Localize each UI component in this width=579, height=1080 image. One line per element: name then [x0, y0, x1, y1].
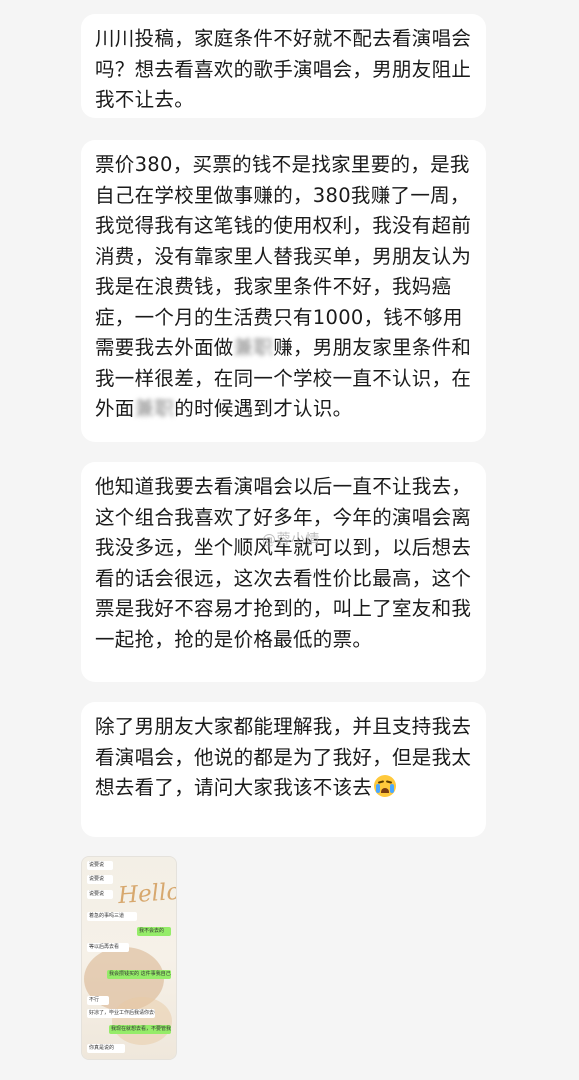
message-bubble-4: 除了男朋友大家都能理解我，并且支持我去看演唱会，他说的都是为了我好，但是我太想去…: [81, 702, 486, 837]
thumbnail-message: 好凉了，毕业工作后我请你去看: [87, 1009, 155, 1018]
hello-sticker-text: Hello: [117, 878, 177, 910]
message-text: 除了男朋友大家都能理解我，并且支持我去看演唱会，他说的都是为了我好，但是我太想去…: [95, 712, 472, 804]
watermark: @蓉小情: [262, 532, 320, 548]
loudly-crying-face-icon: [374, 775, 397, 797]
thumbnail-message: 我现在就想去看，不要管我了: [109, 1025, 171, 1034]
thumbnail-message: 说要说: [87, 861, 113, 870]
thumbnail-message: 着急的事吗三道: [87, 912, 137, 921]
thumbnail-message: 我不会去的: [137, 927, 171, 936]
blurred-word: 兼职: [134, 397, 175, 420]
message-bubble-3: 他知道我要去看演唱会以后一直不让我去，这个组合我喜欢了好多年，今年的演唱会离我没…: [81, 462, 486, 682]
chat-screenshot-thumbnail[interactable]: Hello 11:24 说要说说要说说要说着急的事吗三道我不会去的等以后再去看我…: [81, 856, 177, 1060]
thumbnail-message: 等以后再去看: [87, 943, 129, 952]
thumbnail-message: 你真是说的: [87, 1044, 125, 1053]
thumbnail-message: 说要说: [87, 890, 113, 899]
blurred-word: 兼职: [233, 336, 274, 359]
message-text-part: 除了男朋友大家都能理解我，并且支持我去看演唱会，他说的都是为了我好，但是我太想去…: [95, 715, 472, 799]
thumbnail-message: 不行: [87, 996, 109, 1005]
thumbnail-message: 我会攒钱买的 这件事我自己决定了: [107, 970, 171, 979]
message-text-part: 票价380，买票的钱不是找家里要的，是我自己在学校里做事赚的，380我赚了一周，…: [95, 153, 472, 359]
message-text: 川川投稿，家庭条件不好就不配去看演唱会吗？想去看喜欢的歌手演唱会，男朋友阻止我不…: [95, 27, 472, 111]
message-text-part: 的时候遇到才认识。: [174, 397, 353, 420]
chat-screenshot: 川川投稿，家庭条件不好就不配去看演唱会吗？想去看喜欢的歌手演唱会，男朋友阻止我不…: [0, 0, 579, 1080]
message-text: 票价380，买票的钱不是找家里要的，是我自己在学校里做事赚的，380我赚了一周，…: [95, 150, 472, 425]
bear-illustration: [112, 997, 172, 1045]
message-bubble-2: 票价380，买票的钱不是找家里要的，是我自己在学校里做事赚的，380我赚了一周，…: [81, 140, 486, 442]
message-bubble-1: 川川投稿，家庭条件不好就不配去看演唱会吗？想去看喜欢的歌手演唱会，男朋友阻止我不…: [81, 14, 486, 118]
message-text: 他知道我要去看演唱会以后一直不让我去，这个组合我喜欢了好多年，今年的演唱会离我没…: [95, 475, 472, 651]
thumbnail-message: 说要说: [87, 875, 113, 884]
